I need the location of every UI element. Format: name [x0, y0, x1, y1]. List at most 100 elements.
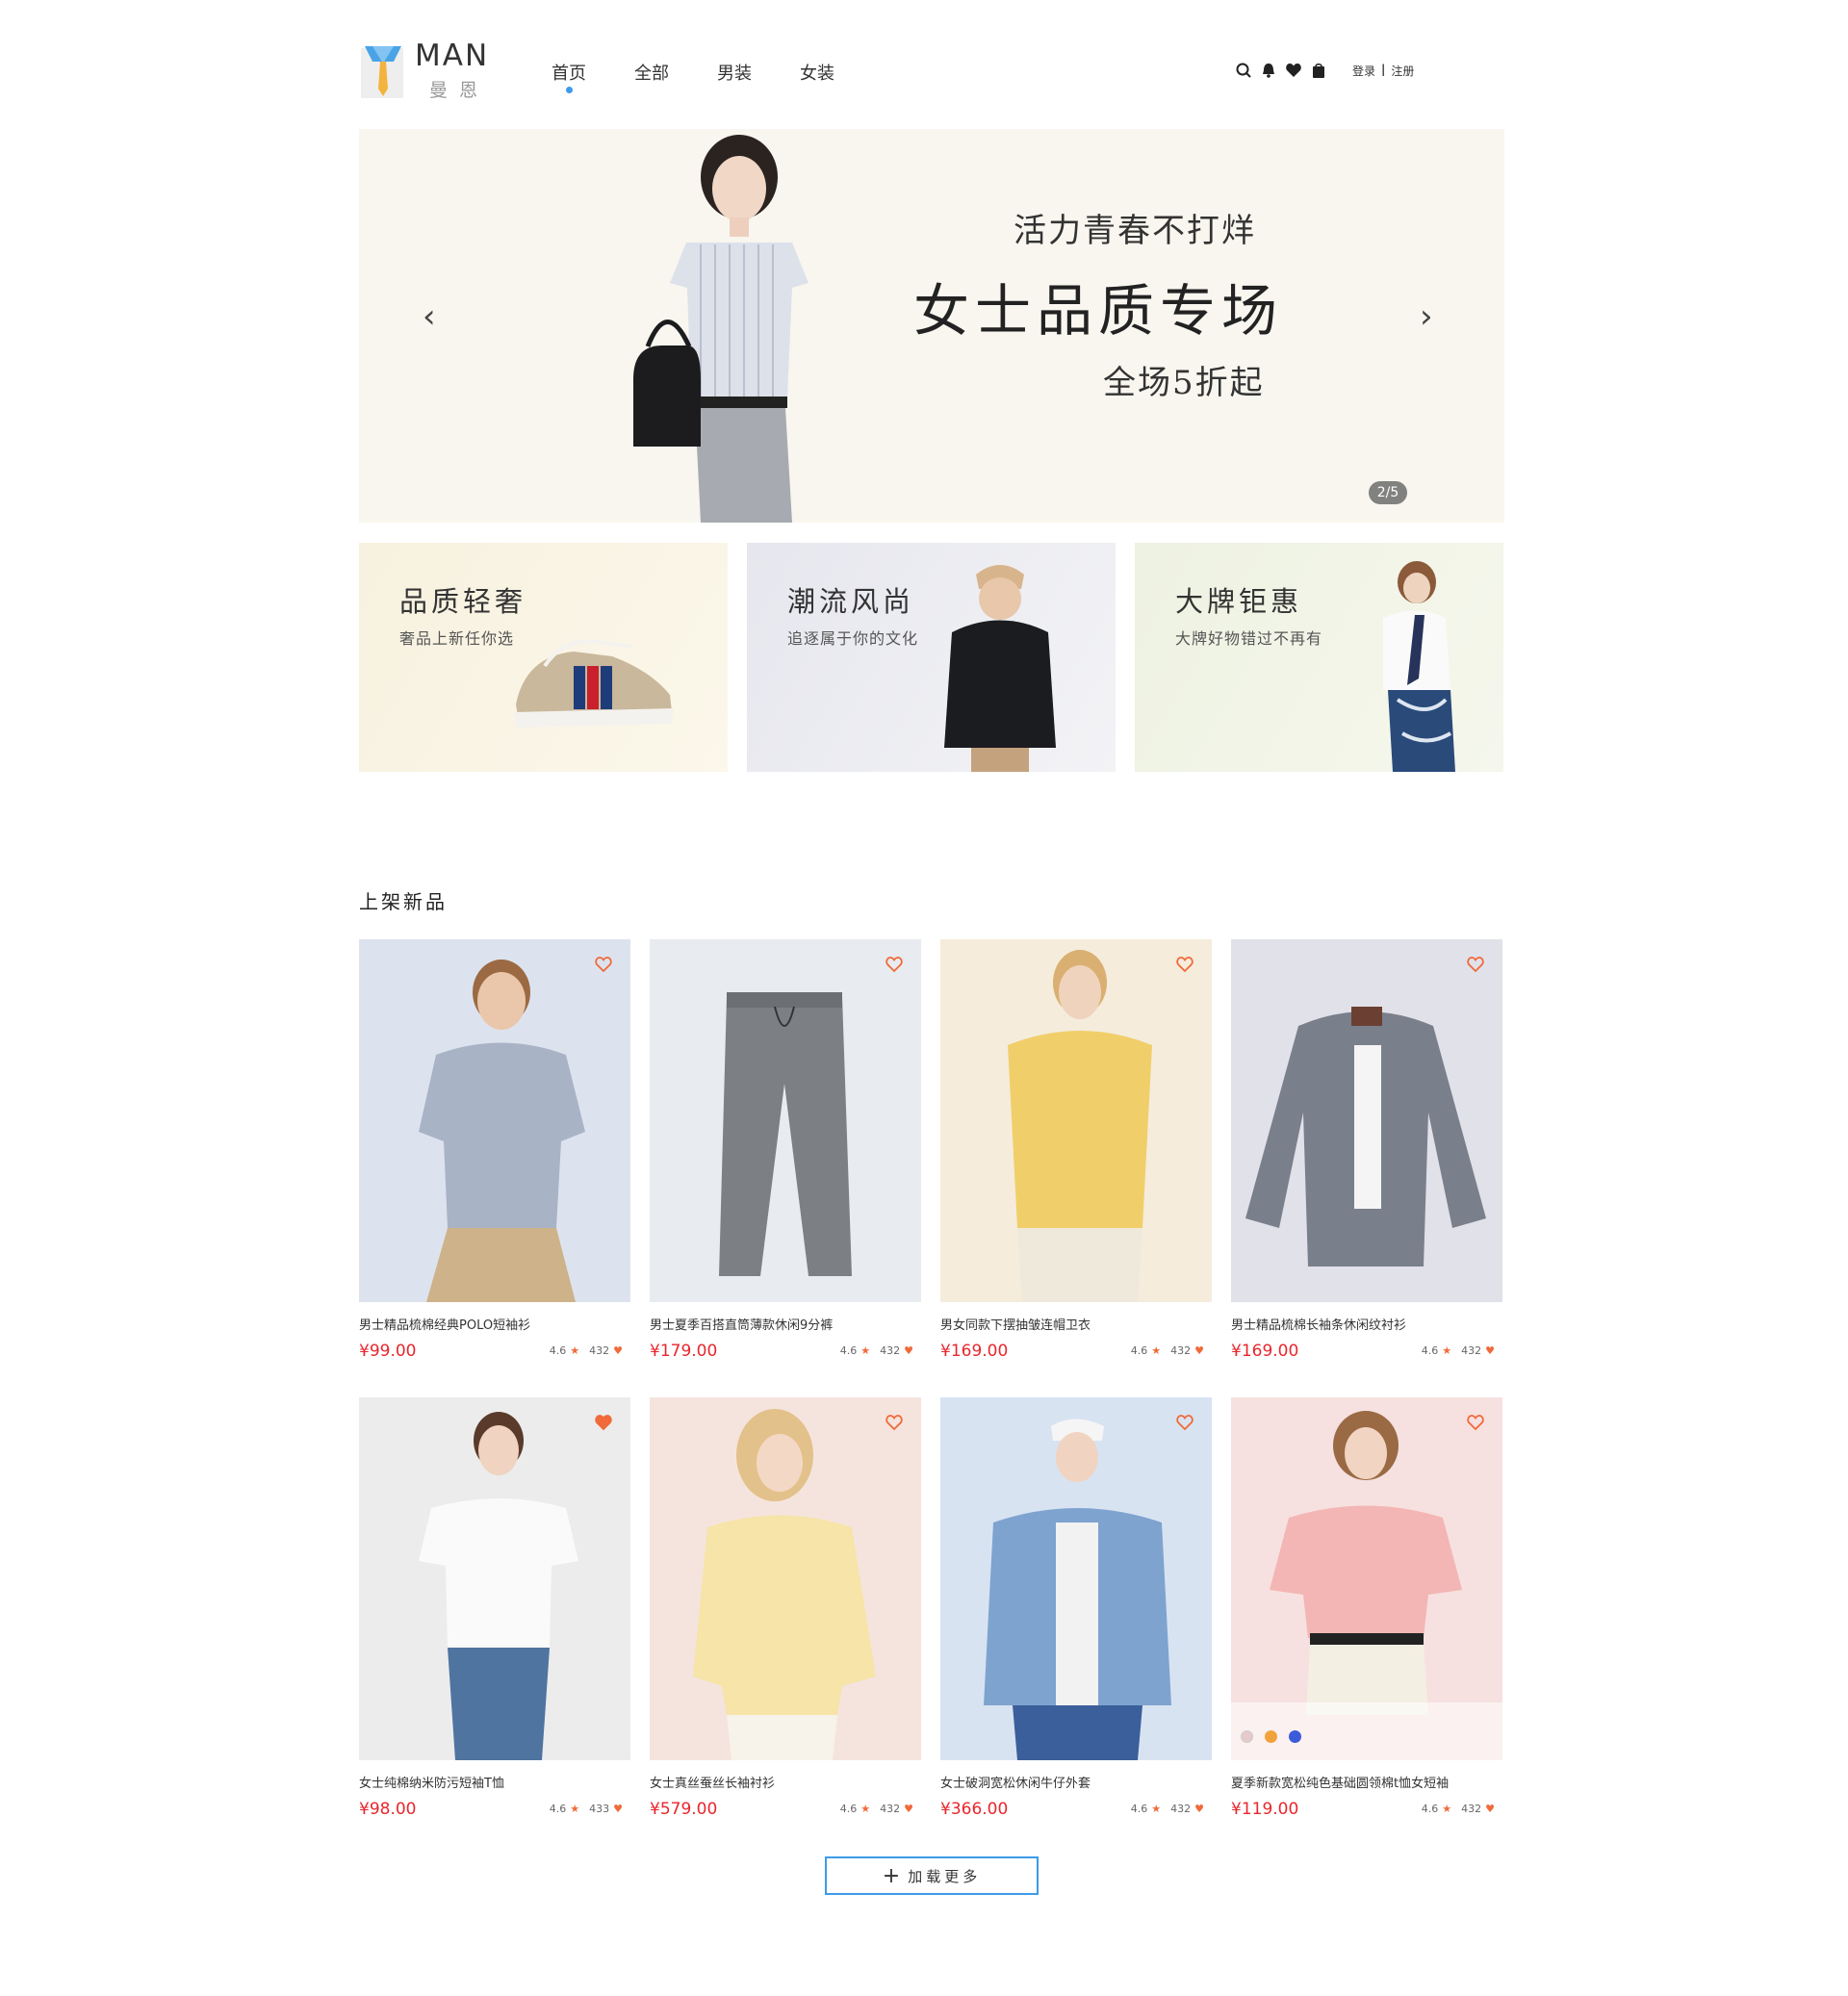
silk-blouse-model-image [693, 1409, 876, 1760]
product-image [650, 1397, 921, 1760]
jacket-model-image [944, 565, 1056, 772]
product-name[interactable]: 女士真丝蚕丝长袖衬衫 [650, 1773, 775, 1791]
pants-image [719, 992, 852, 1276]
color-swatch[interactable] [1241, 1730, 1253, 1743]
product-meta: 4.6 ★ 432 ♥ [1131, 1344, 1204, 1357]
banner-headline: 女士品质专场 [913, 278, 1284, 344]
nav-item-home[interactable]: 首页 [552, 60, 586, 93]
main-nav: 首页 全部 男装 女装 [552, 60, 834, 93]
product-card[interactable]: 男士精品梳棉长袖条休闲纹衬衫 ¥169.00 4.6 ★ 432 ♥ [1231, 939, 1502, 1363]
banner-model-image [633, 135, 808, 523]
product-likes: 432 [1170, 1344, 1192, 1357]
product-card[interactable]: 女士破洞宽松休闲牛仔外套 ¥366.00 4.6 ★ 432 ♥ [940, 1397, 1212, 1821]
bell-icon[interactable] [1260, 62, 1277, 79]
product-image [940, 1397, 1212, 1760]
heart-icon: ♥ [1485, 1803, 1495, 1815]
promo-card-trend[interactable]: 潮流风尚 追逐属于你的文化 [747, 543, 1116, 772]
product-card[interactable]: 女士纯棉纳米防污短袖T恤 ¥98.00 4.6 ★ 433 ♥ [359, 1397, 630, 1821]
product-price: ¥169.00 [1231, 1342, 1299, 1361]
product-meta: 4.6 ★ 432 ♥ [1131, 1803, 1204, 1815]
register-link[interactable]: 注册 [1391, 63, 1414, 79]
auth-separator: | [1381, 62, 1386, 76]
product-image [359, 939, 630, 1302]
favorite-heart-icon[interactable] [1175, 1413, 1194, 1432]
product-card[interactable]: 夏季新款宽松纯色基础圆领棉t恤女短袖 ¥119.00 4.6 ★ 432 ♥ [1231, 1397, 1502, 1821]
product-price: ¥169.00 [940, 1342, 1009, 1361]
favorite-heart-icon[interactable] [594, 955, 613, 974]
favorite-heart-icon[interactable] [885, 955, 904, 974]
heart-icon[interactable] [1285, 62, 1302, 79]
star-icon: ★ [860, 1344, 871, 1357]
banner-prev-arrow[interactable]: ‹ [423, 297, 436, 336]
product-meta: 4.6 ★ 432 ♥ [840, 1344, 913, 1357]
favorite-heart-icon[interactable] [1466, 955, 1485, 974]
promo-subtitle: 追逐属于你的文化 [787, 629, 919, 648]
product-card[interactable]: 女士真丝蚕丝长袖衬衫 ¥579.00 4.6 ★ 432 ♥ [650, 1397, 921, 1821]
sneaker-image [514, 639, 674, 728]
product-image [940, 939, 1212, 1302]
active-indicator [566, 87, 573, 93]
tshirt-model-image [419, 1412, 578, 1760]
product-price: ¥366.00 [940, 1800, 1009, 1819]
shirt-image [1245, 1007, 1486, 1267]
product-meta: 4.6 ★ 432 ♥ [840, 1803, 913, 1815]
load-more-button[interactable]: + 加载更多 [825, 1856, 1039, 1895]
auth-links: 登录 | 注册 [1352, 63, 1414, 79]
color-swatch[interactable] [1289, 1730, 1301, 1743]
nav-item-women[interactable]: 女装 [800, 60, 834, 85]
product-meta: 4.6 ★ 432 ♥ [1422, 1803, 1495, 1815]
promo-row: 品质轻奢 奢品上新任你选 潮流风尚 追逐属于你的文化 大牌钜惠 大牌好物错过不再… [359, 543, 1504, 772]
product-meta: 4.6 ★ 433 ♥ [550, 1803, 623, 1815]
polo-model-image [419, 960, 585, 1302]
product-name[interactable]: 男女同款下摆抽皱连帽卫衣 [940, 1315, 1091, 1333]
product-card[interactable]: 男士夏季百搭直筒薄款休闲9分裤 ¥179.00 4.6 ★ 432 ♥ [650, 939, 921, 1363]
favorite-heart-icon[interactable] [1466, 1413, 1485, 1432]
promo-title: 潮流风尚 [787, 585, 915, 618]
promo-subtitle: 大牌好物错过不再有 [1175, 629, 1323, 648]
header-tools: 登录 | 注册 [1235, 62, 1414, 79]
favorite-heart-icon[interactable] [1175, 955, 1194, 974]
product-likes: 432 [1170, 1803, 1192, 1815]
favorite-heart-icon[interactable] [594, 1413, 613, 1432]
nav-label: 男装 [717, 64, 752, 84]
product-name[interactable]: 男士精品梳棉经典POLO短袖衫 [359, 1315, 530, 1333]
header: MAN 曼恩 首页 全部 男装 女装 登录 | 注册 [359, 37, 1504, 104]
product-card[interactable]: 男士精品梳棉经典POLO短袖衫 ¥99.00 4.6 ★ 432 ♥ [359, 939, 630, 1363]
product-image [359, 1397, 630, 1760]
product-price: ¥179.00 [650, 1342, 718, 1361]
star-icon: ★ [1151, 1803, 1162, 1815]
nav-item-men[interactable]: 男装 [717, 60, 752, 85]
promo-card-luxury[interactable]: 品质轻奢 奢品上新任你选 [359, 543, 728, 772]
pink-tee-model-image [1231, 1411, 1502, 1760]
favorite-heart-icon[interactable] [885, 1413, 904, 1432]
denim-jacket-model-image [984, 1419, 1171, 1760]
plus-icon: + [882, 1863, 901, 1888]
nav-item-all[interactable]: 全部 [634, 60, 669, 85]
product-name[interactable]: 女士纯棉纳米防污短袖T恤 [359, 1773, 504, 1791]
promo-card-brand[interactable]: 大牌钜惠 大牌好物错过不再有 [1135, 543, 1503, 772]
hero-banner[interactable]: 活力青春不打烊 女士品质专场 全场5折起 ‹ › 2/5 [359, 129, 1504, 523]
bag-icon[interactable] [1310, 62, 1327, 79]
banner-next-arrow[interactable]: › [1420, 297, 1433, 336]
product-name[interactable]: 夏季新款宽松纯色基础圆领棉t恤女短袖 [1231, 1773, 1449, 1791]
product-price: ¥119.00 [1231, 1800, 1299, 1819]
product-name[interactable]: 男士精品梳棉长袖条休闲纹衬衫 [1231, 1315, 1406, 1333]
logo[interactable]: MAN 曼恩 [359, 37, 503, 104]
brand-name: MAN [415, 38, 490, 73]
star-icon: ★ [1442, 1803, 1452, 1815]
color-swatch[interactable] [1265, 1730, 1277, 1743]
product-likes: 432 [1461, 1344, 1482, 1357]
logo-icon [361, 46, 403, 98]
product-rating: 4.6 [1421, 1803, 1439, 1815]
product-card[interactable]: 男女同款下摆抽皱连帽卫衣 ¥169.00 4.6 ★ 432 ♥ [940, 939, 1212, 1363]
search-icon[interactable] [1235, 62, 1252, 79]
product-name[interactable]: 男士夏季百搭直筒薄款休闲9分裤 [650, 1315, 833, 1333]
product-price: ¥98.00 [359, 1800, 417, 1819]
section-title-new-arrivals: 上架新品 [359, 890, 448, 913]
promo-subtitle: 奢品上新任你选 [399, 629, 515, 648]
product-rating: 4.6 [839, 1344, 858, 1357]
product-name[interactable]: 女士破洞宽松休闲牛仔外套 [940, 1773, 1091, 1791]
product-rating: 4.6 [549, 1344, 567, 1357]
star-icon: ★ [1442, 1344, 1452, 1357]
login-link[interactable]: 登录 [1352, 63, 1375, 79]
